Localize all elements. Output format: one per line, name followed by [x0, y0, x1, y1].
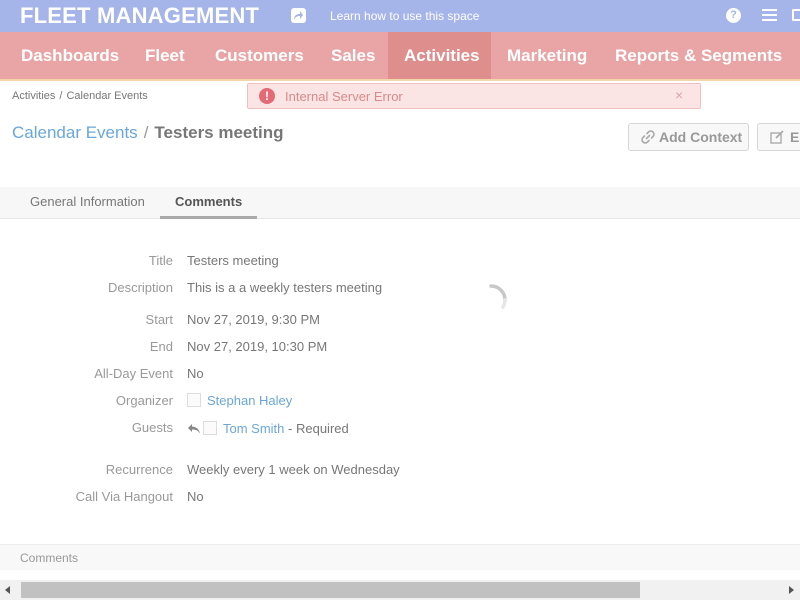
app-brand[interactable]: FLEET MANAGEMENT [20, 3, 259, 29]
description-value: This is a a weekly testers meeting [187, 280, 383, 295]
avatar [187, 393, 201, 407]
avatar [203, 421, 217, 435]
end-value: Nov 27, 2019, 10:30 PM [187, 339, 328, 354]
scrollbar-thumb[interactable] [21, 582, 640, 598]
organizer-label: Organizer [115, 393, 173, 408]
description-label: Description [107, 280, 173, 295]
help-icon[interactable]: ? [726, 8, 741, 23]
breadcrumb: Activities / Calendar Events [12, 90, 148, 102]
nav-divider [0, 79, 800, 81]
scroll-left-icon[interactable] [5, 586, 10, 594]
error-icon: ! [259, 88, 275, 104]
organizer-link[interactable]: Stephan Haley [207, 393, 292, 408]
hangout-value: No [187, 489, 204, 504]
end-label: End [149, 339, 173, 354]
recurrence-label: Recurrence [105, 462, 173, 477]
guest-link[interactable]: Tom Smith [223, 421, 284, 436]
nav-item-customers[interactable]: Customers [215, 32, 304, 79]
breadcrumb-calendar-events[interactable]: Calendar Events [66, 90, 147, 102]
guests-label: Guests [131, 420, 173, 435]
add-context-button[interactable]: Add Context [628, 123, 749, 151]
nav-item-dashboards[interactable]: Dashboards [21, 32, 119, 79]
guests-value: Tom Smith - Required [187, 421, 349, 436]
parent-entity-link[interactable]: Calendar Events [12, 123, 138, 142]
edit-label: Edit [790, 129, 800, 145]
edit-icon [770, 130, 784, 144]
entity-title: Testers meeting [154, 123, 284, 142]
start-label: Start [145, 312, 173, 327]
hamburger-menu-icon[interactable] [762, 9, 777, 22]
tab-general-information[interactable]: General Information [15, 187, 160, 219]
add-context-label: Add Context [659, 129, 743, 145]
share-icon[interactable] [291, 8, 306, 23]
comments-section: Comments [0, 544, 800, 570]
hangout-label: Call Via Hangout [75, 489, 173, 504]
tab-strip: General Information Comments [0, 187, 800, 219]
reply-icon [188, 424, 200, 434]
start-value: Nov 27, 2019, 9:30 PM [187, 312, 320, 327]
learn-space-link[interactable]: Learn how to use this space [330, 9, 479, 23]
error-message: Internal Server Error [285, 89, 403, 104]
scroll-right-icon[interactable] [789, 586, 794, 594]
tab-comments[interactable]: Comments [160, 187, 258, 219]
error-notification: ! Internal Server Error × [247, 83, 701, 109]
link-icon [641, 130, 655, 144]
nav-item-fleet[interactable]: Fleet [145, 32, 185, 79]
nav-item-reports-segments[interactable]: Reports & Segments [615, 32, 782, 79]
loading-spinner-icon [489, 284, 507, 309]
guest-status: - Required [288, 421, 349, 436]
all-day-value: No [187, 366, 204, 381]
edit-button[interactable]: Edit [757, 123, 800, 151]
main-nav: Dashboards Fleet Customers Sales Activit… [0, 32, 800, 79]
recurrence-value: Weekly every 1 week on Wednesday [187, 462, 400, 477]
horizontal-scrollbar[interactable] [0, 580, 800, 600]
page-title: Calendar Events / Testers meeting [12, 123, 284, 143]
title-value: Testers meeting [187, 253, 279, 268]
organizer-value: Stephan Haley [187, 393, 292, 408]
all-day-label: All-Day Event [94, 366, 173, 381]
title-label: Title [148, 253, 173, 268]
title-separator: / [143, 123, 149, 142]
comments-section-label: Comments [20, 551, 79, 565]
nav-item-sales[interactable]: Sales [331, 32, 375, 79]
close-icon[interactable]: × [675, 87, 683, 103]
top-header: FLEET MANAGEMENT Learn how to use this s… [0, 0, 800, 32]
breadcrumb-activities[interactable]: Activities [12, 90, 55, 102]
nav-item-marketing[interactable]: Marketing [507, 32, 587, 79]
mail-icon[interactable] [792, 9, 800, 21]
nav-item-activities[interactable]: Activities [388, 32, 491, 79]
